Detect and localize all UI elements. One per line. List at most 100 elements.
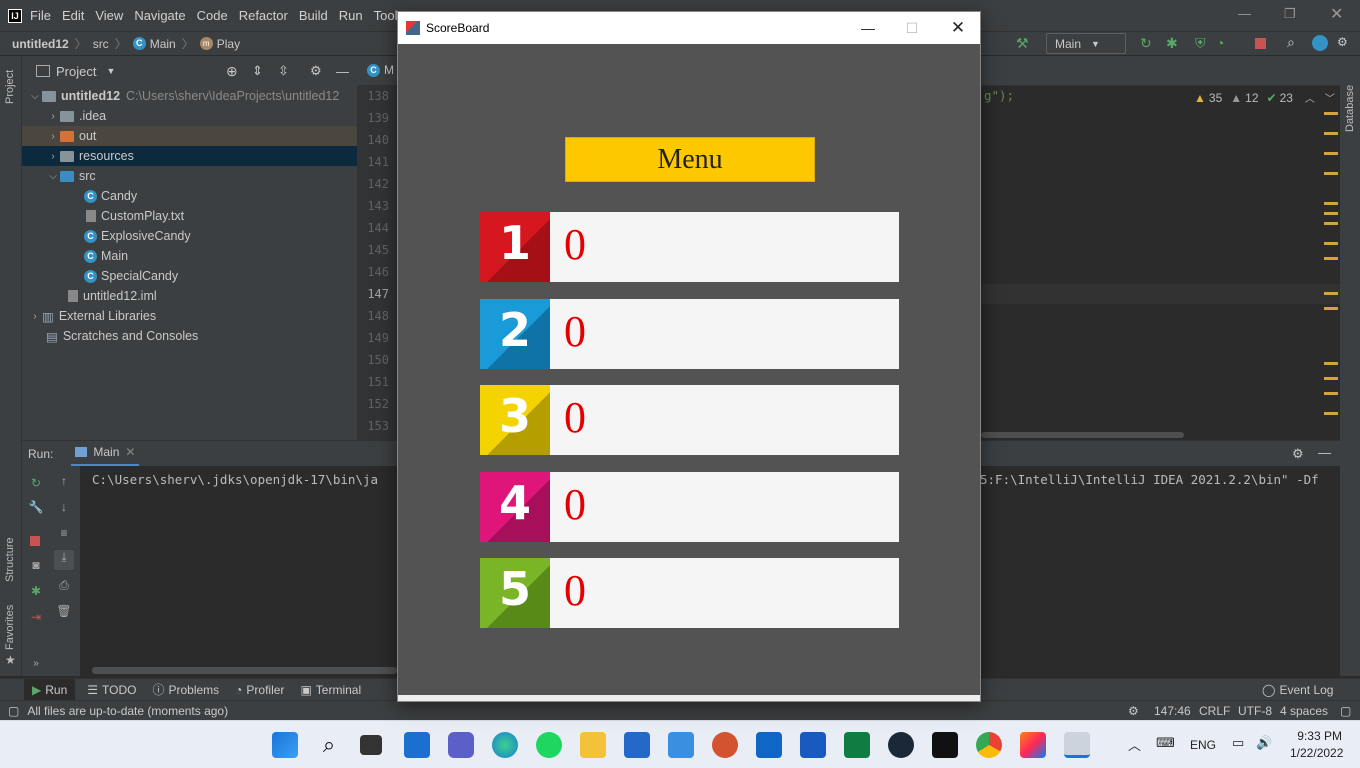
windows-start-icon[interactable] — [272, 732, 298, 758]
coverage-icon[interactable]: ⛨ — [1195, 35, 1206, 52]
tree-item-resources[interactable]: › resources — [22, 146, 357, 166]
arrow-up-icon[interactable]: ↑ — [56, 474, 72, 490]
chevron-right-icon[interactable]: › — [28, 311, 42, 322]
breadcrumb-src[interactable]: src — [93, 37, 109, 51]
file-explorer-icon[interactable] — [580, 732, 606, 758]
breadcrumb-project[interactable]: untitled12 — [12, 37, 69, 51]
menu-view[interactable]: View — [95, 8, 123, 23]
tree-item-specialcandy[interactable]: C SpecialCandy — [22, 266, 357, 286]
editor-h-scrollbar[interactable] — [981, 432, 1184, 438]
arrow-down-icon[interactable]: ↓ — [56, 500, 72, 516]
close-icon[interactable]: ✕ — [935, 12, 981, 44]
ide-settings-icon[interactable]: ⚙ — [1337, 35, 1348, 49]
close-tab-icon[interactable]: ✕ — [125, 445, 135, 459]
menu-build[interactable]: Build — [299, 8, 328, 23]
menu-run[interactable]: Run — [339, 8, 363, 23]
chevron-right-icon[interactable]: › — [46, 151, 60, 162]
tree-item-iml[interactable]: untitled12.iml — [22, 286, 357, 306]
tree-item-main[interactable]: C Main — [22, 246, 357, 266]
side-tab-structure[interactable]: Structure — [4, 537, 16, 582]
event-log-button[interactable]: ◯ Event Log — [1262, 683, 1333, 697]
widgets-icon[interactable] — [404, 732, 430, 758]
steam-icon[interactable] — [888, 732, 914, 758]
expand-all-icon[interactable]: ⇕ — [252, 63, 263, 79]
background-tasks-icon[interactable]: ⚙ — [1128, 704, 1139, 718]
project-title[interactable]: Project — [56, 64, 96, 79]
editor-tab-main[interactable]: CM — [367, 63, 394, 77]
inspection-widget[interactable]: ▲ 35 ▲ 12 ✔ 23 ︿ ﹀ — [1194, 90, 1335, 106]
chevron-right-icon[interactable]: › — [46, 131, 60, 142]
hide-panel-icon[interactable]: — — [1318, 445, 1331, 460]
chevron-up-icon[interactable]: ︿ — [1128, 735, 1141, 754]
run-config-select[interactable]: Main ▼ — [1046, 33, 1126, 54]
error-stripe[interactable] — [1324, 112, 1338, 432]
breadcrumb-play[interactable]: Play — [217, 37, 240, 51]
build-hammer-icon[interactable]: ⚒ — [1016, 35, 1034, 53]
bottom-tab-problems[interactable]: ⓘ Problems — [152, 681, 219, 698]
locate-icon[interactable]: ⊕ — [226, 63, 238, 80]
clock[interactable]: 9:33 PM 1/22/2022 — [1290, 729, 1343, 760]
menu-refactor[interactable]: Refactor — [239, 8, 288, 23]
print-icon[interactable]: ⎙ — [56, 578, 72, 594]
network-icon[interactable]: ▭ — [1232, 735, 1244, 751]
side-tab-project[interactable]: Project — [4, 70, 16, 104]
maximize-icon[interactable]: ☐ — [889, 12, 935, 44]
word-icon[interactable] — [800, 732, 826, 758]
chrome-icon[interactable] — [976, 732, 1002, 758]
side-tab-database[interactable]: Database — [1344, 85, 1356, 132]
lock-icon[interactable]: ▢ — [1340, 704, 1351, 718]
minimize-icon[interactable]: — — [845, 12, 891, 44]
tree-item-explosivecandy[interactable]: C ExplosiveCandy — [22, 226, 357, 246]
caret-position[interactable]: 147:46 — [1154, 704, 1191, 718]
chevron-down-icon[interactable]: ﹀ — [1325, 90, 1335, 105]
indent-setting[interactable]: 4 spaces — [1280, 704, 1328, 718]
ide-restore-icon[interactable]: ❐ — [1284, 6, 1296, 22]
language-indicator[interactable]: ENG — [1190, 738, 1216, 752]
bottom-tab-profiler[interactable]: ◔ Profiler — [235, 683, 284, 697]
bottom-tab-todo[interactable]: ☰ TODO — [87, 683, 136, 697]
profile-icon[interactable]: ◔ — [1216, 35, 1224, 51]
rerun-icon[interactable]: ↻ — [1140, 35, 1152, 52]
menu-navigate[interactable]: Navigate — [134, 8, 185, 23]
keyboard-icon[interactable]: ⌨ — [1156, 735, 1175, 751]
ide-close-icon[interactable]: ✕ — [1330, 4, 1343, 24]
tree-item-src[interactable]: ⌵ src — [22, 166, 357, 186]
layout-icon[interactable]: ▢ — [8, 704, 19, 718]
line-separator[interactable]: CRLF — [1199, 704, 1230, 718]
trash-icon[interactable]: 🗑 — [56, 604, 72, 620]
chevron-right-icon[interactable]: › — [46, 111, 60, 122]
tree-item-untitled12[interactable]: ⌵ untitled12 C:\Users\sherv\IdeaProjects\u… — [22, 86, 357, 106]
mail-icon[interactable] — [668, 732, 694, 758]
search-icon[interactable]: ⌕ — [316, 732, 342, 758]
scoreboard-titlebar[interactable]: ScoreBoard — ☐ ✕ — [398, 12, 980, 44]
tree-item-candy[interactable]: C Candy — [22, 186, 357, 206]
volume-icon[interactable]: 🔊 — [1256, 735, 1272, 751]
menu-button[interactable]: Menu — [565, 137, 815, 182]
chevron-down-icon[interactable]: ▼ — [106, 66, 115, 76]
store-icon[interactable] — [624, 732, 650, 758]
tree-item-external-libraries[interactable]: › ▥ External Libraries — [22, 306, 357, 326]
rerun-icon[interactable]: ↻ — [28, 476, 44, 492]
debug-icon[interactable]: ✱ — [1166, 35, 1178, 52]
menu-file[interactable]: File — [30, 8, 51, 23]
excel-icon[interactable] — [844, 732, 870, 758]
task-view-icon[interactable] — [360, 735, 382, 755]
tree-item-scratches[interactable]: ▤ Scratches and Consoles — [22, 326, 357, 346]
menu-code[interactable]: Code — [197, 8, 228, 23]
bottom-tab-run[interactable]: ▶ Run — [24, 678, 76, 701]
java-app-icon[interactable] — [1064, 732, 1090, 758]
exit-icon[interactable]: ⇥ — [28, 610, 44, 626]
side-tab-favorites[interactable]: Favorites — [4, 605, 16, 650]
chevron-down-icon[interactable]: ⌵ — [46, 171, 60, 182]
debug-icon[interactable]: ✱ — [28, 584, 44, 600]
tree-item-idea[interactable]: › .idea — [22, 106, 357, 126]
console-h-scrollbar[interactable] — [92, 667, 397, 674]
hide-panel-icon[interactable]: — — [336, 64, 349, 79]
chevron-down-icon[interactable]: ⌵ — [28, 91, 42, 102]
intellij-icon[interactable] — [1020, 732, 1046, 758]
tree-item-out[interactable]: › out — [22, 126, 357, 146]
stop-icon[interactable] — [30, 536, 40, 546]
wrench-icon[interactable]: 🔧 — [28, 500, 44, 516]
bottom-tab-terminal[interactable]: ▣ Terminal — [300, 683, 361, 697]
tree-item-customplay[interactable]: CustomPlay.txt — [22, 206, 357, 226]
